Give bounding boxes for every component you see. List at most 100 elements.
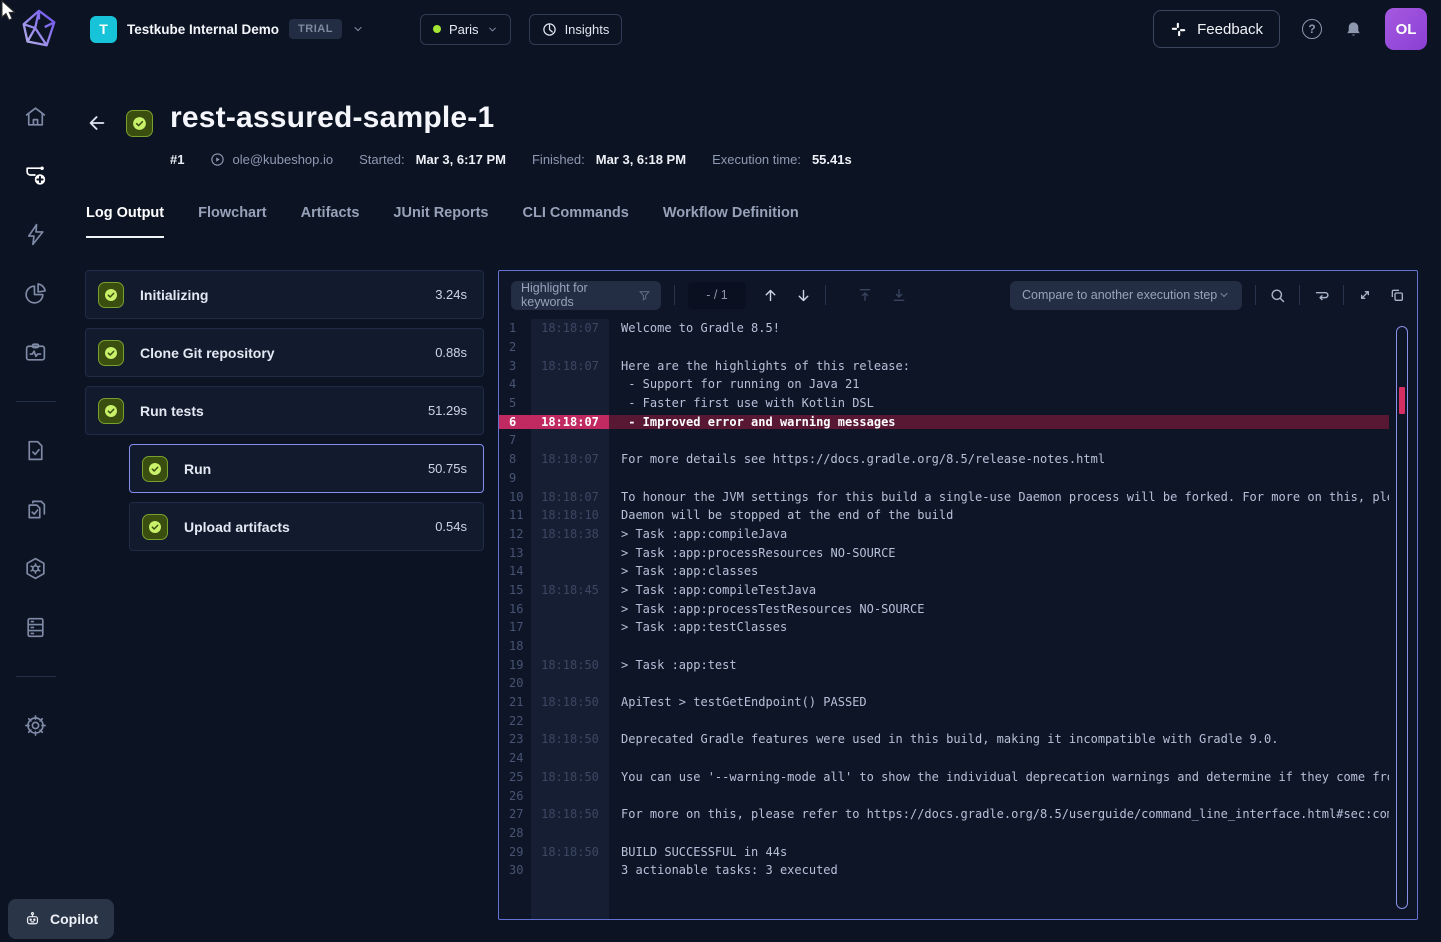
- line-number: 15: [499, 583, 531, 597]
- line-text: > Task :app:processTestResources NO-SOUR…: [609, 602, 1389, 616]
- tab-artifacts[interactable]: Artifacts: [301, 205, 360, 238]
- copy-icon: [1389, 287, 1405, 303]
- copy-button[interactable]: [1389, 287, 1405, 303]
- copilot-label: Copilot: [50, 911, 98, 927]
- top-bar: T Testkube Internal Demo TRIAL Paris Ins…: [0, 0, 1441, 58]
- back-button[interactable]: [86, 112, 108, 134]
- sidebar-item-settings[interactable]: [23, 713, 48, 738]
- step-label: Initializing: [140, 287, 208, 303]
- line-number: 29: [499, 845, 531, 859]
- environment-selector[interactable]: Paris: [420, 14, 511, 45]
- step-card-run-tests[interactable]: Run tests51.29s: [85, 386, 484, 435]
- line-number: 18: [499, 639, 531, 653]
- sidebar-item-executors[interactable]: [23, 556, 48, 581]
- sidebar-item-home[interactable]: [23, 104, 48, 129]
- organization-switcher[interactable]: T Testkube Internal Demo TRIAL: [90, 16, 364, 43]
- copilot-button[interactable]: Copilot: [8, 899, 114, 939]
- line-text: ApiTest > testGetEndpoint() PASSED: [609, 695, 1389, 709]
- triggers-icon: [23, 222, 48, 247]
- insights-button[interactable]: Insights: [529, 14, 623, 45]
- search-button[interactable]: [1269, 287, 1286, 304]
- log-output: 118:18:07Welcome to Gradle 8.5!2318:18:0…: [499, 319, 1417, 919]
- tab-flowchart[interactable]: Flowchart: [198, 205, 266, 238]
- compare-step-select[interactable]: Compare to another execution step: [1010, 281, 1242, 310]
- arrow-up-icon: [762, 287, 779, 304]
- expand-button[interactable]: [1357, 287, 1373, 303]
- sidebar-item-sources[interactable]: [23, 615, 48, 640]
- line-timestamp: 18:18:50: [531, 770, 609, 784]
- line-text: - Support for running on Java 21: [609, 377, 1389, 391]
- started-at: Started: Mar 3, 6:17 PM: [359, 152, 506, 167]
- started-label: Started:: [359, 152, 405, 167]
- step-card-initializing[interactable]: Initializing3.24s: [85, 270, 484, 319]
- keywords-filter[interactable]: Highlight for keywords: [511, 281, 661, 310]
- chevron-down-icon: [1218, 289, 1230, 301]
- testkube-logo[interactable]: [16, 6, 62, 52]
- check-icon: [103, 345, 119, 361]
- step-label: Clone Git repository: [140, 345, 275, 361]
- log-line: 18: [499, 637, 1417, 656]
- line-timestamp: 18:18:50: [531, 658, 609, 672]
- insights-pie-icon: [23, 281, 48, 306]
- step-card-upload-artifacts[interactable]: Upload artifacts0.54s: [129, 502, 484, 551]
- line-number: 23: [499, 732, 531, 746]
- arrow-down-icon: [795, 287, 812, 304]
- log-scrollbar[interactable]: [1396, 326, 1408, 909]
- execution-number: #1: [170, 152, 184, 167]
- health-monitor-icon: [23, 340, 48, 365]
- tab-workflow-definition[interactable]: Workflow Definition: [663, 205, 799, 238]
- triggered-by-email: ole@kubeshop.io: [232, 152, 333, 167]
- log-line: 7: [499, 431, 1417, 450]
- step-status-icon: [142, 456, 168, 482]
- log-line: 1518:18:45> Task :app:compileTestJava: [499, 581, 1417, 600]
- line-text: For more on this, please refer to https:…: [609, 807, 1389, 821]
- execution-meta: #1 ole@kubeshop.io Started: Mar 3, 6:17 …: [170, 152, 852, 167]
- sidebar-item-test-suites[interactable]: [23, 497, 48, 522]
- scroll-to-bottom-button[interactable]: [891, 287, 907, 303]
- log-line: 28: [499, 824, 1417, 843]
- next-match-button[interactable]: [795, 287, 812, 304]
- executors-icon: [23, 556, 48, 581]
- feedback-button[interactable]: Feedback: [1153, 10, 1280, 48]
- line-text: Daemon will be stopped at the end of the…: [609, 508, 1389, 522]
- notifications-button[interactable]: [1344, 20, 1363, 39]
- line-text: > Task :app:testClasses: [609, 620, 1389, 634]
- tab-junit-reports[interactable]: JUnit Reports: [393, 205, 488, 238]
- wrap-lines-button[interactable]: [1313, 287, 1330, 304]
- line-number: 10: [499, 490, 531, 504]
- scroll-to-top-button[interactable]: [857, 287, 873, 303]
- check-icon: [103, 287, 119, 303]
- sidebar-item-triggers[interactable]: [23, 222, 48, 247]
- highlight-scroll-marker: [1399, 387, 1405, 414]
- step-card-run[interactable]: Run50.75s: [129, 444, 484, 493]
- sidebar-item-workflows[interactable]: [23, 163, 48, 188]
- line-text: Deprecated Gradle features were used in …: [609, 732, 1389, 746]
- tab-log-output[interactable]: Log Output: [86, 205, 164, 238]
- user-avatar[interactable]: OL: [1385, 8, 1427, 50]
- org-avatar: T: [90, 16, 117, 43]
- tab-cli-commands[interactable]: CLI Commands: [523, 205, 629, 238]
- log-line: 2318:18:50Deprecated Gradle features wer…: [499, 730, 1417, 749]
- log-toolbar: Highlight for keywords - / 1 Compare to …: [499, 271, 1417, 319]
- sidebar-item-tests[interactable]: [23, 438, 48, 463]
- log-line: 318:18:07Here are the highlights of this…: [499, 356, 1417, 375]
- search-icon: [1269, 287, 1286, 304]
- line-number: 9: [499, 471, 531, 485]
- line-timestamp: 18:18:38: [531, 527, 609, 541]
- line-timestamp: 18:18:10: [531, 508, 609, 522]
- sidebar-divider: [16, 676, 56, 677]
- step-card-clone-git-repository[interactable]: Clone Git repository0.88s: [85, 328, 484, 377]
- line-text: > Task :app:test: [609, 658, 1389, 672]
- settings-icon: [23, 713, 48, 738]
- prev-match-button[interactable]: [762, 287, 779, 304]
- sidebar-item-insights-pie[interactable]: [23, 281, 48, 306]
- tab-bar: Log Output Flowchart Artifacts JUnit Report…: [86, 205, 799, 238]
- step-label: Run tests: [140, 403, 204, 419]
- page-title: rest-assured-sample-1: [170, 101, 494, 135]
- sidebar-divider: [16, 401, 56, 402]
- line-number: 11: [499, 508, 531, 522]
- log-line: 1918:18:50> Task :app:test: [499, 655, 1417, 674]
- line-timestamp: 18:18:07: [531, 359, 609, 373]
- sidebar-item-health-monitor[interactable]: [23, 340, 48, 365]
- help-button[interactable]: ?: [1302, 19, 1322, 39]
